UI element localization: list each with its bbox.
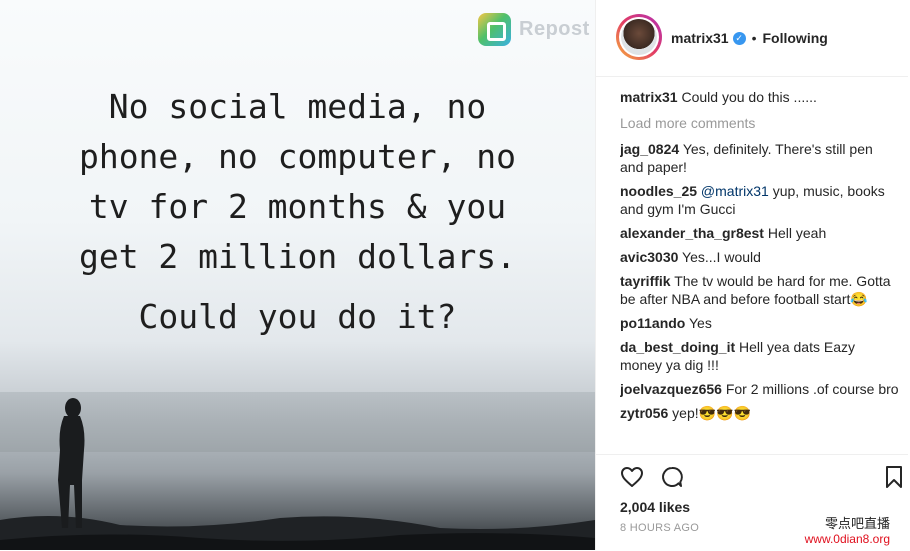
comment-item: joelvazquez656 For 2 millions .of course… <box>620 380 900 398</box>
comment-username[interactable]: joelvazquez656 <box>620 381 722 397</box>
comments-list: matrix31 Could you do this ...... Load m… <box>620 88 900 454</box>
poster-line: tv for 2 months & you <box>88 187 507 226</box>
comment-text: For 2 millions .of course bro <box>725 381 899 397</box>
comment-text: Yes...I would <box>682 249 761 265</box>
comment-text: Yes <box>689 315 712 331</box>
poster-line: phone, no computer, no <box>78 137 517 176</box>
repost-label: Repost <box>519 18 590 40</box>
repost-badge: Repost <box>478 13 590 46</box>
following-button[interactable]: Following <box>763 30 828 46</box>
post-header: matrix31 ✓ • Following <box>596 0 908 77</box>
post-timestamp: 8 HOURS AGO <box>620 522 700 534</box>
comment-username[interactable]: matrix31 <box>620 89 678 105</box>
heart-icon[interactable] <box>620 465 644 489</box>
avatar[interactable] <box>616 14 662 60</box>
comment-item: po11ando Yes <box>620 314 900 332</box>
poster-line: get 2 million dollars. <box>78 237 517 276</box>
separator-dot: • <box>751 30 757 46</box>
comment-username[interactable]: zytr056 <box>620 405 668 421</box>
comment-username[interactable]: tayriffik <box>620 273 671 289</box>
comment-username[interactable]: avic3030 <box>620 249 678 265</box>
post-sidebar: matrix31 ✓ • Following matrix31 Could yo… <box>595 0 910 550</box>
comment-item: alexander_tha_gr8est Hell yeah <box>620 224 900 242</box>
comment-text: yep!😎😎😎 <box>672 405 751 421</box>
poster-question: Could you do it? <box>138 297 457 336</box>
poster-text: No social media, no phone, no computer, … <box>0 82 595 282</box>
comment-username[interactable]: alexander_tha_gr8est <box>620 225 764 241</box>
watermark-url: www.0dian8.org <box>804 532 890 546</box>
comment-item: noodles_25 @matrix31 yup, music, books a… <box>620 182 900 218</box>
header-username[interactable]: matrix31 <box>671 30 729 46</box>
comment-username[interactable]: jag_0824 <box>620 141 679 157</box>
caption-text: Could you do this ...... <box>681 89 817 105</box>
comment-username[interactable]: po11ando <box>620 315 685 331</box>
comment-item: avic3030 Yes...I would <box>620 248 900 266</box>
site-watermark: 零点吧直播 www.0dian8.org <box>805 513 890 546</box>
comment-username[interactable]: noodles_25 <box>620 183 697 199</box>
watermark-line: 零点吧直播 <box>824 516 890 531</box>
bookmark-icon[interactable] <box>882 465 906 489</box>
poster-line: No social media, no <box>108 87 487 126</box>
load-more-comments[interactable]: Load more comments <box>620 114 900 132</box>
comment-item: tayriffik The tv would be hard for me. G… <box>620 272 900 308</box>
comment-item: jag_0824 Yes, definitely. There's still … <box>620 140 900 176</box>
post-image[interactable]: Repost No social media, no phone, no com… <box>0 0 595 550</box>
repost-icon <box>478 13 511 46</box>
comment-mention[interactable]: @matrix31 <box>701 183 769 199</box>
comment-username[interactable]: da_best_doing_it <box>620 339 735 355</box>
comment-item: da_best_doing_it Hell yea dats Eazy mone… <box>620 338 900 374</box>
likes-count[interactable]: 2,004 likes <box>620 499 690 515</box>
comment-item: zytr056 yep!😎😎😎 <box>620 404 900 422</box>
person-silhouette <box>0 398 595 550</box>
comment-text: Hell yeah <box>767 225 827 241</box>
comment-icon[interactable] <box>660 465 684 489</box>
caption: matrix31 Could you do this ...... <box>620 88 900 106</box>
verified-icon: ✓ <box>732 31 746 45</box>
